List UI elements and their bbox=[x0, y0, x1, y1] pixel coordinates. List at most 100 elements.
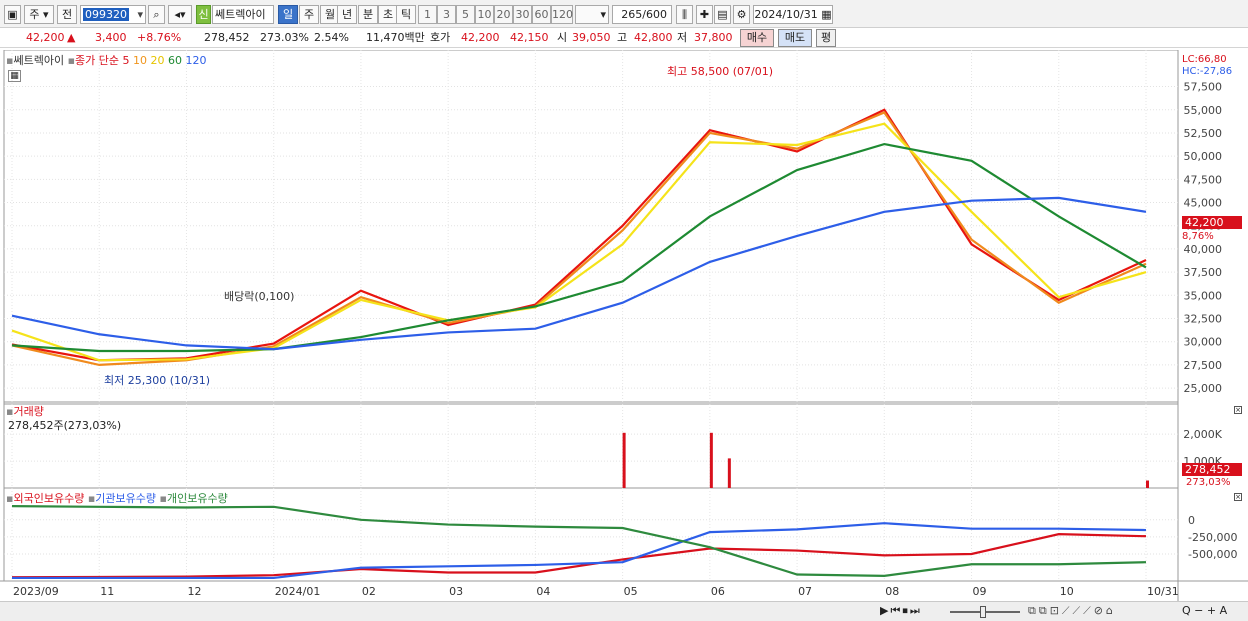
interval-10[interactable]: 10 bbox=[475, 5, 494, 24]
tab-period-second[interactable]: 초 bbox=[378, 5, 398, 24]
count-field[interactable]: 265/600 bbox=[612, 5, 672, 24]
volume-value: 278,452주(273,03%) bbox=[8, 419, 122, 432]
interval-3[interactable]: 3 bbox=[437, 5, 456, 24]
x-tick-label: 10 bbox=[1060, 585, 1074, 598]
market-select[interactable]: 주 ▾ bbox=[24, 5, 54, 24]
ma-line-5 bbox=[11, 108, 1147, 362]
chevron-down-icon: ▾ bbox=[600, 8, 606, 21]
gear-icon[interactable]: ⚙ bbox=[733, 5, 750, 24]
interval-dropdown[interactable]: ▾ bbox=[575, 5, 609, 24]
interval-30[interactable]: 30 bbox=[513, 5, 532, 24]
volume-bar bbox=[622, 432, 626, 488]
hc-label: HC:-27,86 bbox=[1182, 66, 1233, 77]
price-tag: 42,200 bbox=[1182, 216, 1242, 229]
legend-ma-title: 종가 단순 bbox=[75, 54, 120, 67]
open-price: 39,050 bbox=[572, 31, 611, 44]
price-tick-label: 50,000 bbox=[1184, 150, 1223, 163]
speaker-icon[interactable]: ◂▾ bbox=[168, 5, 192, 24]
price-tick-label: 37,500 bbox=[1184, 266, 1223, 279]
price-tick-label: 47,500 bbox=[1184, 173, 1223, 186]
window-menu-icon[interactable]: ▣ bbox=[4, 5, 21, 24]
tab-period-week[interactable]: 주 bbox=[299, 5, 319, 24]
volume-panel-frame bbox=[3, 401, 1179, 489]
legend-ma60: 60 bbox=[168, 54, 183, 67]
ma-line-10 bbox=[11, 111, 1147, 366]
date-value: 2024/10/31 bbox=[754, 8, 818, 21]
price-tick-label: 27,500 bbox=[1184, 359, 1223, 372]
stock-name-field[interactable]: 쎄트렉아이 bbox=[212, 5, 274, 24]
volume-title: 거래량 bbox=[13, 405, 44, 418]
calendar-icon: ▦ bbox=[821, 8, 832, 21]
average-button[interactable]: 평 bbox=[816, 29, 836, 47]
tab-period-tick[interactable]: 틱 bbox=[396, 5, 416, 24]
holding-line-외국인보유수량 bbox=[11, 533, 1147, 579]
volume-tag: 278,452 bbox=[1182, 463, 1242, 476]
bid-label: 호가 bbox=[430, 31, 451, 44]
holding-legend: ▪외국인보유수량 ▪기관보유수량 ▪개인보유수량 bbox=[6, 492, 228, 505]
chart-area[interactable]: 57,50055,00052,50050,00047,50045,00042,5… bbox=[0, 50, 1248, 603]
low-price: 37,800 bbox=[694, 31, 733, 44]
volume-bar bbox=[727, 458, 731, 488]
x-tick-label: 08 bbox=[885, 585, 899, 598]
volume-legend: ▪거래량 bbox=[6, 405, 44, 418]
market-label: 주 bbox=[29, 8, 40, 21]
chart-tool-icons[interactable]: ⧉⧉⊡⟋⟋⟋⊘⌂ bbox=[1028, 604, 1116, 618]
bottom-bar: ▶⏮⏹⏭ ⧉⧉⊡⟋⟋⟋⊘⌂ Q − + A bbox=[0, 601, 1248, 621]
legend-ma10: 10 bbox=[133, 54, 148, 67]
tab-period-minute[interactable]: 분 bbox=[358, 5, 378, 24]
interval-20[interactable]: 20 bbox=[494, 5, 513, 24]
interval-1[interactable]: 1 bbox=[418, 5, 437, 24]
save-icon[interactable]: ▤ bbox=[714, 5, 731, 24]
close-icon[interactable]: × bbox=[1234, 406, 1242, 414]
prev-button[interactable]: 전 bbox=[57, 5, 77, 24]
ma-line-120 bbox=[11, 196, 1147, 351]
price-tag-pct: 8,76% bbox=[1182, 231, 1214, 242]
zoom-slider-handle[interactable] bbox=[980, 606, 986, 618]
x-tick-label: 11 bbox=[100, 585, 114, 598]
price-tick-label: 30,000 bbox=[1184, 336, 1223, 349]
volume: 278,452 bbox=[204, 31, 250, 44]
x-tick-label: 2023/09 bbox=[13, 585, 59, 598]
price-tick-label: 35,000 bbox=[1184, 289, 1223, 302]
close-icon[interactable]: × bbox=[1234, 493, 1242, 501]
sell-button[interactable]: 매도 bbox=[778, 29, 812, 47]
price-tick-label: 45,000 bbox=[1184, 197, 1223, 210]
scroll-controls[interactable]: ▶⏮⏹⏭ bbox=[880, 604, 922, 618]
buy-button[interactable]: 매수 bbox=[740, 29, 774, 47]
crosshair-icon[interactable]: ✚ bbox=[696, 5, 713, 24]
holding-tick-label: -500,000 bbox=[1188, 548, 1237, 561]
price-change: 3,400 bbox=[95, 31, 127, 44]
turnover-rate: 2.54% bbox=[314, 31, 349, 44]
price-change-pct: +8.76% bbox=[137, 31, 182, 44]
x-tick-label: 06 bbox=[711, 585, 725, 598]
bid-price-2: 42,150 bbox=[510, 31, 549, 44]
interval-5[interactable]: 5 bbox=[456, 5, 475, 24]
legend-institution: 기관보유수량 bbox=[95, 492, 157, 505]
holding-line-기관보유수량 bbox=[12, 522, 1147, 580]
date-field[interactable]: 2024/10/31 ▦ bbox=[753, 5, 833, 24]
stock-code-input[interactable]: 099320 ▾ bbox=[80, 5, 146, 24]
zoom-icons[interactable]: Q − + A bbox=[1182, 604, 1227, 617]
interval-60[interactable]: 60 bbox=[532, 5, 551, 24]
candle-type-icon[interactable]: ⫼ bbox=[676, 5, 693, 24]
low-annotation: 최저 25,300 (10/31) bbox=[104, 374, 211, 387]
up-arrow-icon: ▲ bbox=[67, 31, 76, 44]
volume-tick-label: 2,000K bbox=[1183, 428, 1222, 441]
x-tick-label: 02 bbox=[362, 585, 376, 598]
price-tick-label: 57,500 bbox=[1184, 81, 1223, 94]
table-icon[interactable]: ▦ bbox=[8, 70, 21, 82]
count-total: /600 bbox=[642, 8, 667, 21]
legend-bullet-icon: ▪ bbox=[159, 492, 167, 505]
dividend-annotation: 배당락(0,100) bbox=[224, 290, 295, 303]
x-tick-label: 10/31 bbox=[1147, 585, 1179, 598]
tab-period-day[interactable]: 일 bbox=[278, 5, 298, 24]
x-tick-label: 12 bbox=[187, 585, 201, 598]
price-tick-label: 40,000 bbox=[1184, 243, 1223, 256]
volume-bar bbox=[1146, 480, 1149, 488]
interval-120[interactable]: 120 bbox=[551, 5, 573, 24]
chart-canvas: 57,50055,00052,50050,00047,50045,00042,5… bbox=[0, 50, 1248, 603]
holding-tick-label: 0 bbox=[1188, 514, 1195, 527]
search-icon[interactable]: ⌕ bbox=[148, 5, 165, 24]
stock-code-value: 099320 bbox=[83, 8, 129, 21]
tab-period-year[interactable]: 년 bbox=[337, 5, 357, 24]
